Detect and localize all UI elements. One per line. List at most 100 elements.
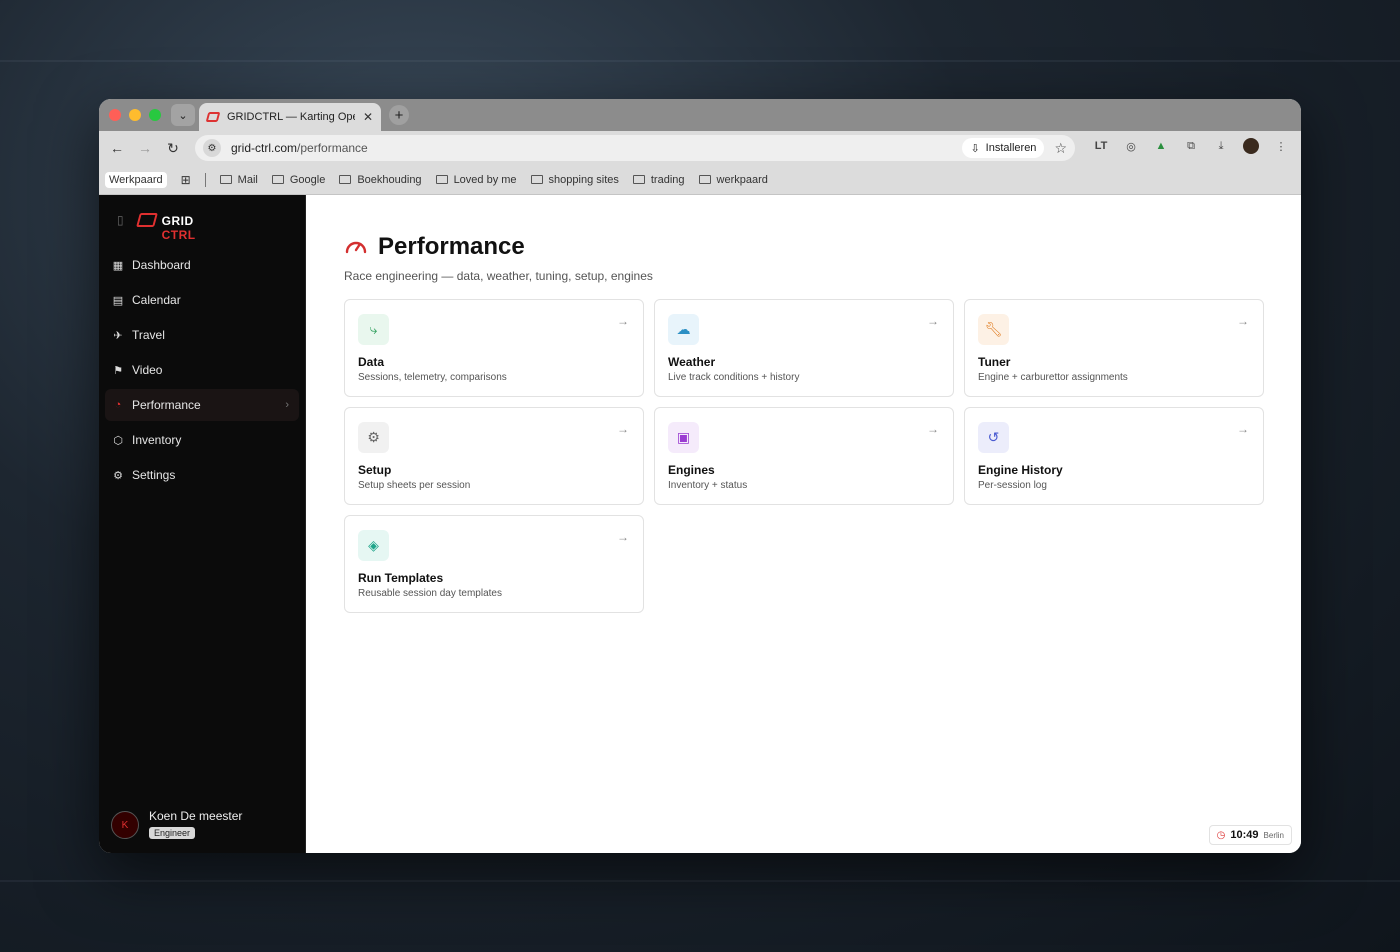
url-host: grid-ctrl.com: [231, 141, 298, 155]
bookmark-star-icon[interactable]: ☆: [1054, 140, 1067, 157]
card-setup[interactable]: ⚙ → Setup Setup sheets per session: [344, 407, 644, 505]
install-button[interactable]: ⇩ Installeren: [962, 138, 1045, 158]
sidebar-item-dashboard[interactable]: ▦ Dashboard: [105, 249, 299, 281]
user-profile[interactable]: K Koen De meester Engineer: [111, 809, 242, 841]
role-badge: Engineer: [149, 827, 196, 839]
close-window-button[interactable]: [109, 109, 121, 121]
gear-icon: ⚙: [358, 422, 389, 453]
bookmark-label: Mail: [237, 173, 258, 186]
card-title: Run Templates: [358, 571, 444, 585]
clock-time: 10:49: [1230, 829, 1259, 841]
bookmark-label: werkpaard: [716, 173, 768, 186]
bookmark-folder[interactable]: Mail: [219, 173, 258, 186]
wrench-icon: 🔧︎: [978, 314, 1009, 345]
folder-icon: [271, 175, 284, 184]
sidebar-item-calendar[interactable]: ▤ Calendar: [105, 284, 299, 316]
card-title: Engines: [668, 463, 715, 477]
bookmark-label: Google: [289, 173, 326, 186]
card-tuner[interactable]: 🔧︎ → Tuner Engine + carburettor assignme…: [964, 299, 1264, 397]
arrow-right-icon: →: [927, 422, 939, 436]
folder-icon: [339, 175, 352, 184]
bookmarks-bar: Werkpaard ⊞ Mail Google Boekhouding Love…: [99, 165, 1301, 195]
gridctrl-favicon-icon: [205, 112, 221, 122]
card-title: Weather: [668, 355, 716, 369]
route-icon: ⤷: [358, 314, 389, 345]
back-icon[interactable]: ←: [103, 140, 131, 156]
cpu-icon: ▣: [668, 422, 699, 453]
sidebar-item-inventory[interactable]: ⬡ Inventory: [105, 424, 299, 456]
card-description: Setup sheets per session: [358, 480, 471, 491]
browser-tab[interactable]: GRIDCTRL — Karting Operatio ✕: [199, 103, 381, 131]
app-root: ▯ GRIDCTRL 🔔︎ ▣ ▦ Dashboard ▤ Calendar ✈︎ T…: [99, 195, 1301, 853]
minimize-window-button[interactable]: [129, 109, 141, 121]
bookmark-folder[interactable]: Boekhouding: [339, 174, 422, 186]
puzzle-extensions-icon[interactable]: ⧉: [1183, 138, 1199, 154]
bookmark-folder[interactable]: shopping sites: [530, 173, 619, 186]
camera-extension-icon[interactable]: ◎: [1123, 138, 1139, 154]
gauge-icon: [345, 241, 367, 254]
card-title: Engine History: [978, 463, 1063, 477]
zoom-window-button[interactable]: [149, 109, 161, 121]
card-engine-history[interactable]: ↺ → Engine History Per-session log: [964, 407, 1264, 505]
kebab-menu-icon[interactable]: ⋮: [1273, 138, 1289, 154]
bookmark-separator: [204, 172, 206, 187]
drive-extension-icon[interactable]: ▲: [1153, 138, 1169, 154]
new-tab-button[interactable]: +: [389, 105, 409, 125]
flag-icon: ⚑: [113, 364, 123, 377]
history-icon: ↺: [978, 422, 1009, 453]
card-description: Engine + carburettor assignments: [978, 372, 1128, 383]
sidebar-item-performance[interactable]: ◔ Performance ›: [105, 389, 299, 421]
forward-icon[interactable]: →: [131, 140, 159, 156]
page-title: Performance: [378, 233, 525, 260]
layers-icon: ◈: [358, 530, 389, 561]
card-engines[interactable]: ▣ → Engines Inventory + status: [654, 407, 954, 505]
arrow-right-icon: →: [617, 314, 629, 328]
gridctrl-logo-icon: [135, 213, 158, 227]
bookmark-folder[interactable]: Google: [271, 173, 326, 186]
bookmark-label: Loved by me: [453, 173, 517, 186]
card-description: Inventory + status: [668, 480, 748, 491]
card-run-templates[interactable]: ◈ → Run Templates Reusable session day t…: [344, 515, 644, 613]
languagetool-extension-icon[interactable]: LT: [1093, 138, 1109, 154]
bookmark-folder[interactable]: werkpaard: [698, 173, 768, 186]
page-subtitle: Race engineering — data, weather, tuning…: [344, 269, 653, 283]
card-weather[interactable]: ☁ → Weather Live track conditions + hist…: [654, 299, 954, 397]
sidebar-item-settings[interactable]: ⚙ Settings: [105, 459, 299, 491]
grid-icon: ▦: [112, 259, 124, 272]
bookmark-label: shopping sites: [548, 173, 619, 186]
chevron-down-icon: ⌄: [178, 109, 188, 122]
chevron-right-icon: ›: [285, 399, 289, 411]
clock-widget[interactable]: ◷ 10:49 Berlin: [1208, 825, 1292, 845]
site-info-icon[interactable]: ⚙: [203, 139, 221, 157]
download-icon[interactable]: ⤓: [1213, 138, 1229, 154]
main-content: Performance Race engineering — data, wea…: [305, 195, 1301, 853]
sidebar: ▯ GRIDCTRL 🔔︎ ▣ ▦ Dashboard ▤ Calendar ✈︎ T…: [99, 195, 1135, 853]
tab-search-button[interactable]: ⌄: [171, 104, 195, 126]
card-description: Sessions, telemetry, comparisons: [358, 372, 507, 383]
brand-name-b: CTRL: [161, 228, 196, 242]
sidebar-item-video[interactable]: ⚑ Video: [105, 354, 299, 386]
sidebar-nav: ▦ Dashboard ▤ Calendar ✈︎ Travel ⚑ Video ◔ Pe…: [99, 245, 305, 498]
card-description: Live track conditions + history: [668, 372, 800, 383]
apps-grid-icon[interactable]: ⊞: [181, 173, 191, 187]
bookmark-folder[interactable]: Loved by me: [435, 173, 517, 186]
url-text[interactable]: grid-ctrl.com/performance: [231, 141, 962, 155]
arrow-right-icon: →: [1237, 422, 1249, 436]
reload-icon[interactable]: ↻: [159, 140, 187, 157]
user-name: Koen De meester: [149, 809, 243, 823]
tab-strip: ⌄ GRIDCTRL — Karting Operatio ✕ +: [99, 99, 1301, 131]
sidebar-item-label: Dashboard: [132, 258, 191, 272]
url-path: /performance: [297, 141, 368, 155]
bookmark-profile[interactable]: Werkpaard: [105, 171, 167, 188]
card-title: Tuner: [978, 355, 1011, 369]
close-icon[interactable]: ✕: [363, 110, 373, 124]
address-bar[interactable]: ⚙ grid-ctrl.com/performance ⇩ Installeren…: [195, 135, 1075, 161]
card-data[interactable]: ⤷ → Data Sessions, telemetry, comparison…: [344, 299, 644, 397]
bookmark-folder[interactable]: trading: [632, 174, 685, 186]
profile-avatar[interactable]: [1243, 138, 1259, 154]
card-title: Setup: [358, 463, 392, 477]
sidebar-toggle-icon[interactable]: ▯: [117, 213, 124, 227]
sidebar-item-travel[interactable]: ✈︎ Travel: [105, 319, 299, 351]
arrow-right-icon: →: [617, 422, 629, 436]
arrow-right-icon: →: [617, 530, 629, 544]
